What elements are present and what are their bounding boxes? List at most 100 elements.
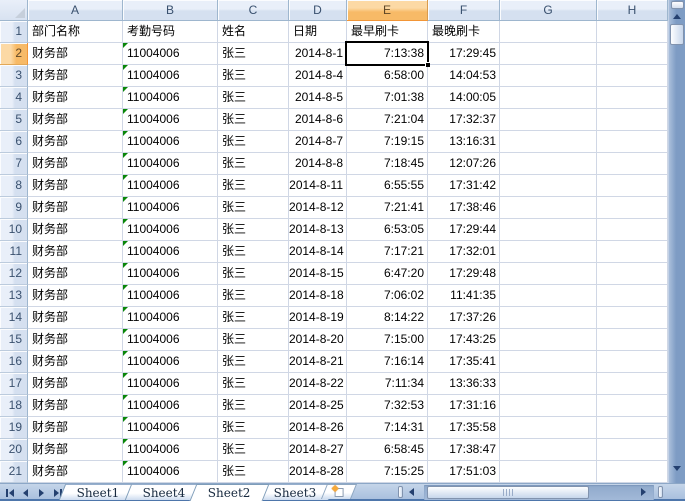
cell-B14[interactable]: 11004006 <box>123 307 218 329</box>
cell-B13[interactable]: 11004006 <box>123 285 218 307</box>
cell-G21[interactable] <box>500 461 597 483</box>
cell-E3[interactable]: 6:58:00 <box>347 65 428 87</box>
cell-B8[interactable]: 11004006 <box>123 175 218 197</box>
cell-D16[interactable]: 2014-8-21 <box>289 351 347 373</box>
row-header-15[interactable]: 15 <box>0 329 28 351</box>
cell-D5[interactable]: 2014-8-6 <box>289 109 347 131</box>
cell-G6[interactable] <box>500 131 597 153</box>
row-header-18[interactable]: 18 <box>0 395 28 417</box>
scroll-left-icon[interactable] <box>409 488 414 496</box>
cell-G15[interactable] <box>500 329 597 351</box>
cell-A12[interactable]: 财务部 <box>28 263 123 285</box>
cell-B6[interactable]: 11004006 <box>123 131 218 153</box>
row-header-5[interactable]: 5 <box>0 109 28 131</box>
cell-C11[interactable]: 张三 <box>218 241 289 263</box>
row-header-2[interactable]: 2 <box>0 43 28 65</box>
cell-C7[interactable]: 张三 <box>218 153 289 175</box>
cell-A3[interactable]: 财务部 <box>28 65 123 87</box>
vertical-scrollbar[interactable] <box>668 0 685 483</box>
cell-F16[interactable]: 17:35:41 <box>428 351 500 373</box>
cell-D6[interactable]: 2014-8-7 <box>289 131 347 153</box>
cell-G7[interactable] <box>500 153 597 175</box>
cell-E13[interactable]: 7:06:02 <box>347 285 428 307</box>
cell-E4[interactable]: 7:01:38 <box>347 87 428 109</box>
cell-G10[interactable] <box>500 219 597 241</box>
row-header-9[interactable]: 9 <box>0 197 28 219</box>
row-header-17[interactable]: 17 <box>0 373 28 395</box>
cell-F8[interactable]: 17:31:42 <box>428 175 500 197</box>
cell-F12[interactable]: 17:29:48 <box>428 263 500 285</box>
cell-D15[interactable]: 2014-8-20 <box>289 329 347 351</box>
cell-C17[interactable]: 张三 <box>218 373 289 395</box>
cell-C16[interactable]: 张三 <box>218 351 289 373</box>
select-all-corner[interactable] <box>0 0 28 21</box>
cell-B20[interactable]: 11004006 <box>123 439 218 461</box>
cell-D13[interactable]: 2014-8-18 <box>289 285 347 307</box>
cell-A6[interactable]: 财务部 <box>28 131 123 153</box>
cell-D8[interactable]: 2014-8-11 <box>289 175 347 197</box>
cell-A4[interactable]: 财务部 <box>28 87 123 109</box>
cell-G12[interactable] <box>500 263 597 285</box>
cell-G4[interactable] <box>500 87 597 109</box>
column-header-F[interactable]: F <box>428 0 500 21</box>
row-header-13[interactable]: 13 <box>0 285 28 307</box>
column-header-H[interactable]: H <box>597 0 668 21</box>
cell-B18[interactable]: 11004006 <box>123 395 218 417</box>
cell-D11[interactable]: 2014-8-14 <box>289 241 347 263</box>
cell-A7[interactable]: 财务部 <box>28 153 123 175</box>
horizontal-scrollbar[interactable] <box>424 485 654 500</box>
cell-C21[interactable]: 张三 <box>218 461 289 483</box>
cell-E2[interactable]: 7:13:38 <box>347 43 428 65</box>
cell-D18[interactable]: 2014-8-25 <box>289 395 347 417</box>
cell-A9[interactable]: 财务部 <box>28 197 123 219</box>
cell-B12[interactable]: 11004006 <box>123 263 218 285</box>
cell-H21[interactable] <box>597 461 668 483</box>
sheet-tab-sheet2[interactable]: Sheet2 <box>189 484 270 501</box>
cell-C19[interactable]: 张三 <box>218 417 289 439</box>
cell-G19[interactable] <box>500 417 597 439</box>
cell-F9[interactable]: 17:38:46 <box>428 197 500 219</box>
cell-B16[interactable]: 11004006 <box>123 351 218 373</box>
cell-G16[interactable] <box>500 351 597 373</box>
column-header-C[interactable]: C <box>218 0 289 21</box>
cell-G8[interactable] <box>500 175 597 197</box>
cell-C20[interactable]: 张三 <box>218 439 289 461</box>
cell-A11[interactable]: 财务部 <box>28 241 123 263</box>
cell-A13[interactable]: 财务部 <box>28 285 123 307</box>
cell-G13[interactable] <box>500 285 597 307</box>
cell-D3[interactable]: 2014-8-4 <box>289 65 347 87</box>
cell-D9[interactable]: 2014-8-12 <box>289 197 347 219</box>
cell-F21[interactable]: 17:51:03 <box>428 461 500 483</box>
cell-A17[interactable]: 财务部 <box>28 373 123 395</box>
row-header-1[interactable]: 1 <box>0 21 28 43</box>
cell-A2[interactable]: 财务部 <box>28 43 123 65</box>
scroll-up-icon[interactable] <box>673 14 681 19</box>
tab-scrollbar-splitter[interactable] <box>398 486 403 498</box>
cell-H19[interactable] <box>597 417 668 439</box>
cell-F20[interactable]: 17:38:47 <box>428 439 500 461</box>
column-header-A[interactable]: A <box>28 0 123 21</box>
row-header-6[interactable]: 6 <box>0 131 28 153</box>
cell-D20[interactable]: 2014-8-27 <box>289 439 347 461</box>
first-sheet-button[interactable] <box>3 487 16 499</box>
cell-D19[interactable]: 2014-8-26 <box>289 417 347 439</box>
cell-F15[interactable]: 17:43:25 <box>428 329 500 351</box>
cell-H15[interactable] <box>597 329 668 351</box>
cell-G9[interactable] <box>500 197 597 219</box>
cell-E8[interactable]: 6:55:55 <box>347 175 428 197</box>
cell-G17[interactable] <box>500 373 597 395</box>
cell-C14[interactable]: 张三 <box>218 307 289 329</box>
cell-A18[interactable]: 财务部 <box>28 395 123 417</box>
scroll-right-icon[interactable] <box>641 488 646 496</box>
cell-D4[interactable]: 2014-8-5 <box>289 87 347 109</box>
column-header-G[interactable]: G <box>500 0 597 21</box>
cell-G5[interactable] <box>500 109 597 131</box>
cell-F19[interactable]: 17:35:58 <box>428 417 500 439</box>
cell-B19[interactable]: 11004006 <box>123 417 218 439</box>
cell-A10[interactable]: 财务部 <box>28 219 123 241</box>
scroll-down-icon[interactable] <box>673 466 681 471</box>
row-header-4[interactable]: 4 <box>0 87 28 109</box>
row-header-20[interactable]: 20 <box>0 439 28 461</box>
cell-H5[interactable] <box>597 109 668 131</box>
cell-B5[interactable]: 11004006 <box>123 109 218 131</box>
